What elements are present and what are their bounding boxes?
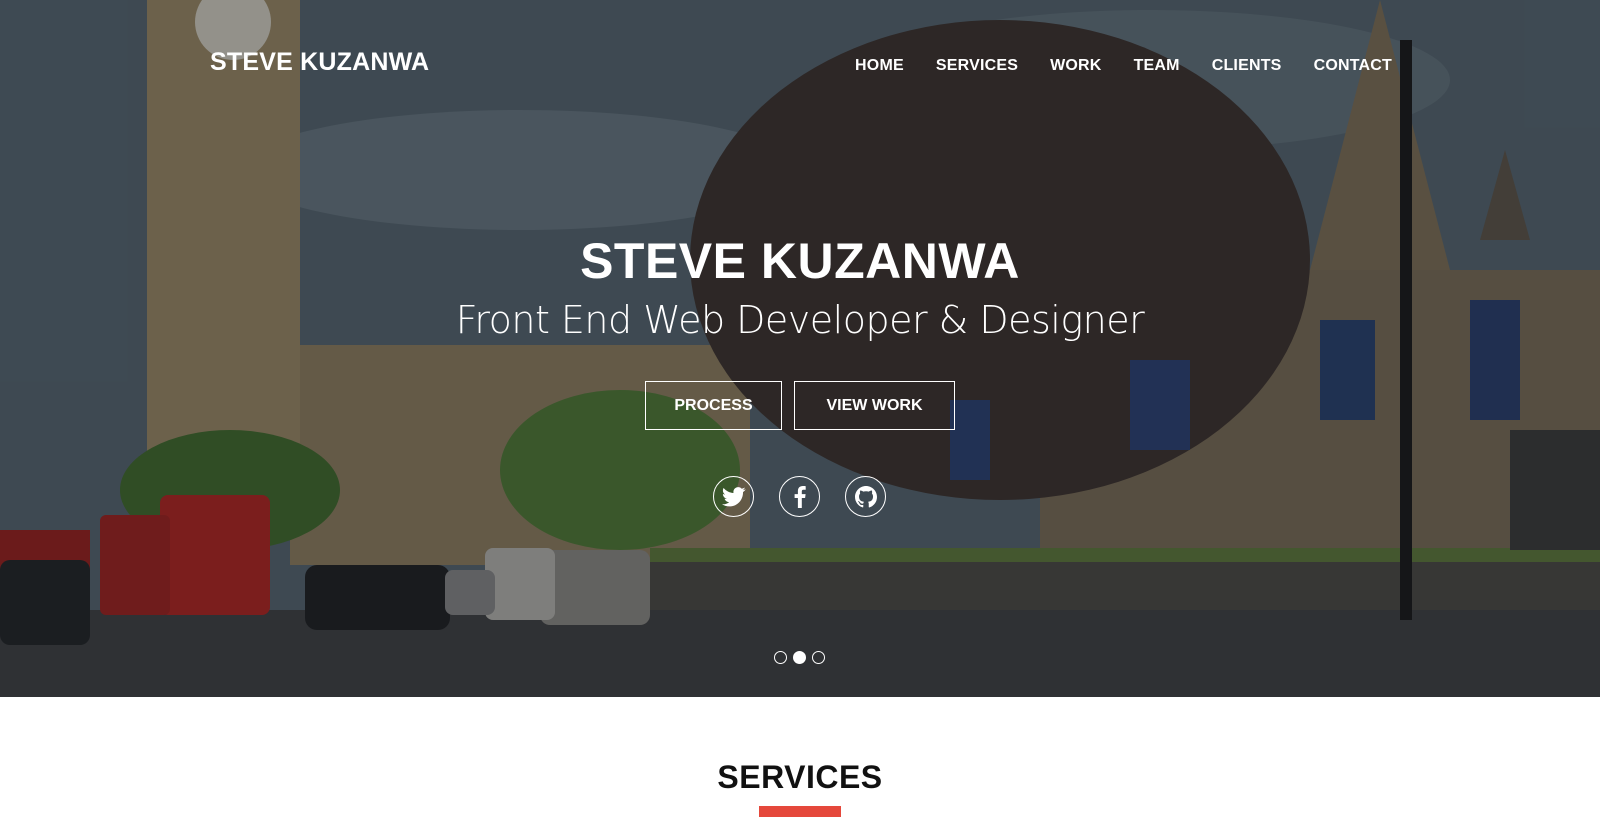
main-nav: HOME SERVICES WORK TEAM CLIENTS CONTACT [823, 57, 1392, 75]
services-accent-rule [759, 806, 841, 817]
nav-clients[interactable]: CLIENTS [1212, 57, 1282, 75]
services-heading: SERVICES [717, 759, 883, 795]
nav-home[interactable]: HOME [855, 57, 904, 75]
hero-section: STEVE KUZANWA HOME SERVICES WORK TEAM CL… [0, 0, 1600, 697]
carousel-dot[interactable] [774, 651, 787, 664]
hero-subtitle: Front End Web Developer & Designer [455, 298, 1145, 342]
twitter-icon [721, 486, 745, 506]
facebook-icon [794, 485, 806, 508]
hero-title: STEVE KUZANWA [580, 233, 1020, 289]
process-button[interactable]: PROCESS [645, 381, 782, 430]
brand-logo[interactable]: STEVE KUZANWA [210, 48, 429, 77]
carousel-indicators [774, 651, 825, 664]
carousel-dot[interactable] [812, 651, 825, 664]
facebook-link[interactable] [779, 476, 820, 517]
nav-team[interactable]: TEAM [1134, 57, 1180, 75]
github-link[interactable] [845, 476, 886, 517]
nav-contact[interactable]: CONTACT [1314, 57, 1392, 75]
view-work-button[interactable]: VIEW WORK [794, 381, 955, 430]
carousel-dot-active[interactable] [793, 651, 806, 664]
nav-work[interactable]: WORK [1050, 57, 1101, 75]
hero-overlay [0, 0, 1600, 697]
github-icon [854, 485, 877, 507]
twitter-link[interactable] [713, 476, 754, 517]
nav-services[interactable]: SERVICES [936, 57, 1018, 75]
